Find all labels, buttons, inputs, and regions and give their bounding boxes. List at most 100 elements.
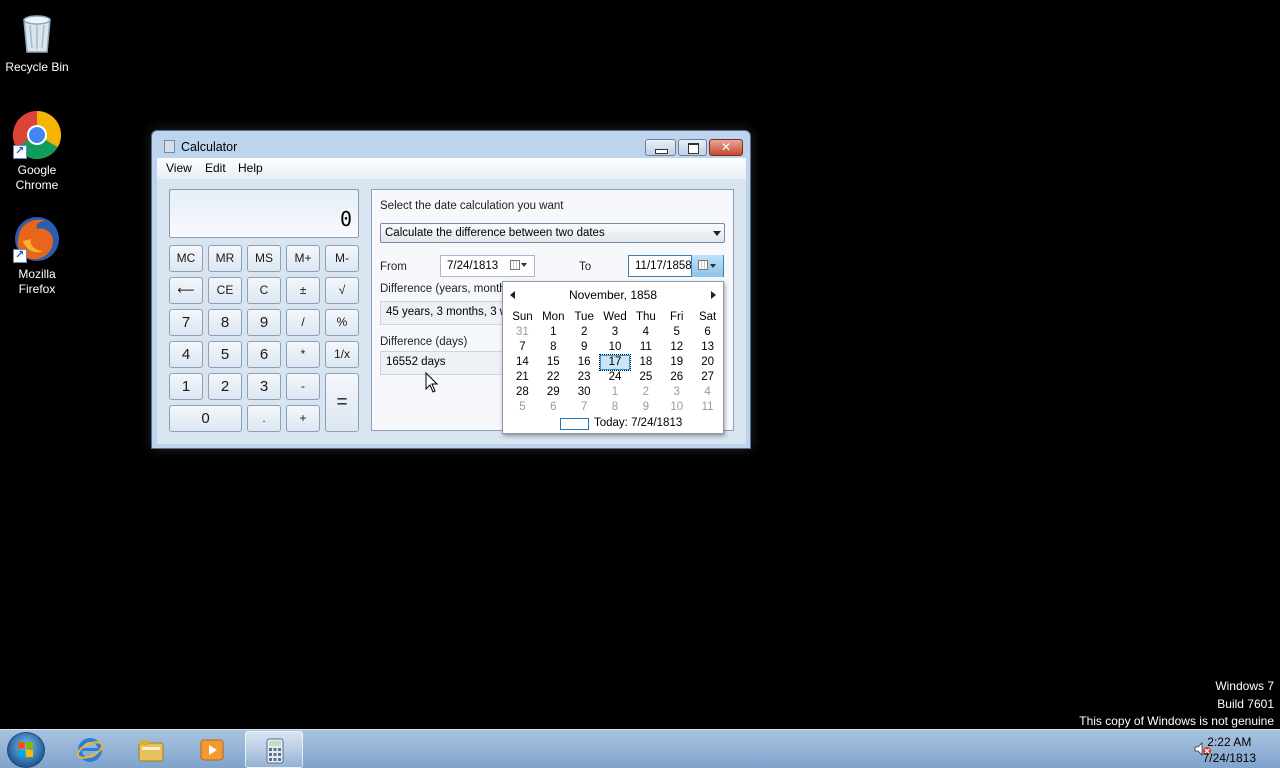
calendar-day[interactable]: 19 bbox=[661, 355, 692, 370]
calendar-day[interactable]: 27 bbox=[692, 370, 723, 385]
calendar-icon bbox=[510, 260, 520, 270]
taskbar-clock[interactable]: 2:22 AM 7/24/1813 bbox=[1203, 734, 1256, 766]
divide-button[interactable]: / bbox=[286, 309, 320, 336]
decimal-button[interactable]: . bbox=[247, 405, 281, 432]
calendar-day[interactable]: 10 bbox=[661, 400, 692, 415]
reciprocal-button[interactable]: 1/x bbox=[325, 341, 359, 368]
calendar-day[interactable]: 13 bbox=[692, 340, 723, 355]
calendar-day[interactable]: 4 bbox=[630, 325, 661, 340]
calendar-day[interactable]: 26 bbox=[661, 370, 692, 385]
calendar-day[interactable]: 23 bbox=[569, 370, 600, 385]
calendar-day[interactable]: 3 bbox=[600, 325, 631, 340]
calendar-day[interactable]: 9 bbox=[569, 340, 600, 355]
calendar-day[interactable]: 12 bbox=[661, 340, 692, 355]
calendar-day[interactable]: 1 bbox=[538, 325, 569, 340]
menu-edit[interactable]: Edit bbox=[205, 161, 226, 175]
taskbar-windows-explorer[interactable] bbox=[122, 731, 180, 768]
calendar-day[interactable]: 25 bbox=[630, 370, 661, 385]
equals-button[interactable]: = bbox=[325, 373, 359, 432]
calendar-day[interactable]: 15 bbox=[538, 355, 569, 370]
calendar-day[interactable]: 5 bbox=[661, 325, 692, 340]
from-date-picker[interactable]: 7/24/1813 bbox=[440, 255, 535, 277]
taskbar-internet-explorer[interactable] bbox=[61, 731, 119, 768]
digit-9-button[interactable]: 9 bbox=[247, 309, 281, 336]
calendar-day[interactable]: 5 bbox=[507, 400, 538, 415]
calendar-day[interactable]: 3 bbox=[661, 385, 692, 400]
calendar-popup: November, 1858 Sun Mon Tue Wed Thu Fri S… bbox=[502, 281, 724, 434]
to-date-picker[interactable]: 11/17/1858 bbox=[628, 255, 724, 277]
m-minus-button[interactable]: M- bbox=[325, 245, 359, 272]
to-label: To bbox=[579, 261, 592, 273]
calendar-day[interactable]: 20 bbox=[692, 355, 723, 370]
calendar-day[interactable]: 10 bbox=[600, 340, 631, 355]
digit-0-button[interactable]: 0 bbox=[169, 405, 242, 432]
negate-button[interactable]: ± bbox=[286, 277, 320, 304]
digit-5-button[interactable]: 5 bbox=[208, 341, 242, 368]
backspace-button[interactable]: ⟵ bbox=[169, 277, 203, 304]
maximize-button[interactable] bbox=[678, 139, 707, 156]
digit-2-button[interactable]: 2 bbox=[208, 373, 242, 400]
menu-help[interactable]: Help bbox=[238, 161, 263, 175]
calendar-day[interactable]: 11 bbox=[630, 340, 661, 355]
calendar-day[interactable]: 31 bbox=[507, 325, 538, 340]
calendar-day[interactable]: 21 bbox=[507, 370, 538, 385]
calendar-day[interactable]: 8 bbox=[600, 400, 631, 415]
digit-1-button[interactable]: 1 bbox=[169, 373, 203, 400]
calendar-day[interactable]: 28 bbox=[507, 385, 538, 400]
title-bar[interactable]: Calculator ✕ bbox=[152, 131, 750, 161]
ms-button[interactable]: MS bbox=[247, 245, 281, 272]
minimize-button[interactable] bbox=[645, 139, 676, 156]
calendar-day[interactable]: 22 bbox=[538, 370, 569, 385]
calendar-day[interactable]: 11 bbox=[692, 400, 723, 415]
calendar-day[interactable]: 6 bbox=[692, 325, 723, 340]
calendar-day[interactable]: 14 bbox=[507, 355, 538, 370]
calendar-day[interactable]: 24 bbox=[600, 370, 631, 385]
desktop-icon-mozilla-firefox[interactable]: Mozilla Firefox bbox=[0, 215, 74, 297]
digit-8-button[interactable]: 8 bbox=[208, 309, 242, 336]
subtract-button[interactable]: - bbox=[286, 373, 320, 400]
calendar-month-year[interactable]: November, 1858 bbox=[503, 288, 723, 302]
calendar-day[interactable]: 2 bbox=[630, 385, 661, 400]
calendar-day[interactable]: 4 bbox=[692, 385, 723, 400]
calendar-day[interactable]: 18 bbox=[630, 355, 661, 370]
digit-7-button[interactable]: 7 bbox=[169, 309, 203, 336]
calendar-day[interactable]: 7 bbox=[507, 340, 538, 355]
desktop-icon-recycle-bin[interactable]: Recycle Bin bbox=[0, 8, 74, 75]
date-mode-dropdown[interactable]: Calculate the difference between two dat… bbox=[380, 223, 725, 243]
taskbar-media-player[interactable] bbox=[183, 731, 241, 768]
calendar-day[interactable]: 29 bbox=[538, 385, 569, 400]
to-calendar-button[interactable] bbox=[691, 255, 723, 277]
digit-6-button[interactable]: 6 bbox=[247, 341, 281, 368]
close-button[interactable]: ✕ bbox=[709, 139, 743, 156]
calendar-day[interactable]: 2 bbox=[569, 325, 600, 340]
taskbar-calculator[interactable] bbox=[245, 731, 303, 768]
calculator-app-icon[interactable] bbox=[164, 140, 175, 153]
calendar-day[interactable]: 1 bbox=[600, 385, 631, 400]
next-month-icon[interactable] bbox=[711, 291, 716, 299]
difference-days-label: Difference (days) bbox=[380, 336, 468, 348]
digit-4-button[interactable]: 4 bbox=[169, 341, 203, 368]
menu-view[interactable]: View bbox=[166, 161, 192, 175]
digit-3-button[interactable]: 3 bbox=[247, 373, 281, 400]
calendar-day-selected[interactable]: 17 bbox=[598, 354, 632, 371]
dropdown-arrow-icon bbox=[710, 264, 716, 268]
from-calendar-button[interactable] bbox=[509, 258, 527, 272]
desktop-icon-google-chrome[interactable]: Google Chrome bbox=[0, 110, 74, 193]
calendar-day[interactable]: 16 bbox=[569, 355, 600, 370]
sqrt-button[interactable]: √ bbox=[325, 277, 359, 304]
start-button[interactable] bbox=[7, 732, 45, 768]
mr-button[interactable]: MR bbox=[208, 245, 242, 272]
clear-button[interactable]: C bbox=[247, 277, 281, 304]
add-button[interactable]: + bbox=[286, 405, 320, 432]
percent-button[interactable]: % bbox=[325, 309, 359, 336]
mc-button[interactable]: MC bbox=[169, 245, 203, 272]
calendar-day[interactable]: 30 bbox=[569, 385, 600, 400]
calendar-day[interactable]: 9 bbox=[630, 400, 661, 415]
taskbar: 2:22 AM 7/24/1813 bbox=[0, 729, 1280, 768]
calendar-day[interactable]: 6 bbox=[538, 400, 569, 415]
calendar-day[interactable]: 7 bbox=[569, 400, 600, 415]
calendar-day[interactable]: 8 bbox=[538, 340, 569, 355]
ce-button[interactable]: CE bbox=[208, 277, 242, 304]
m-plus-button[interactable]: M+ bbox=[286, 245, 320, 272]
multiply-button[interactable]: * bbox=[286, 341, 320, 368]
